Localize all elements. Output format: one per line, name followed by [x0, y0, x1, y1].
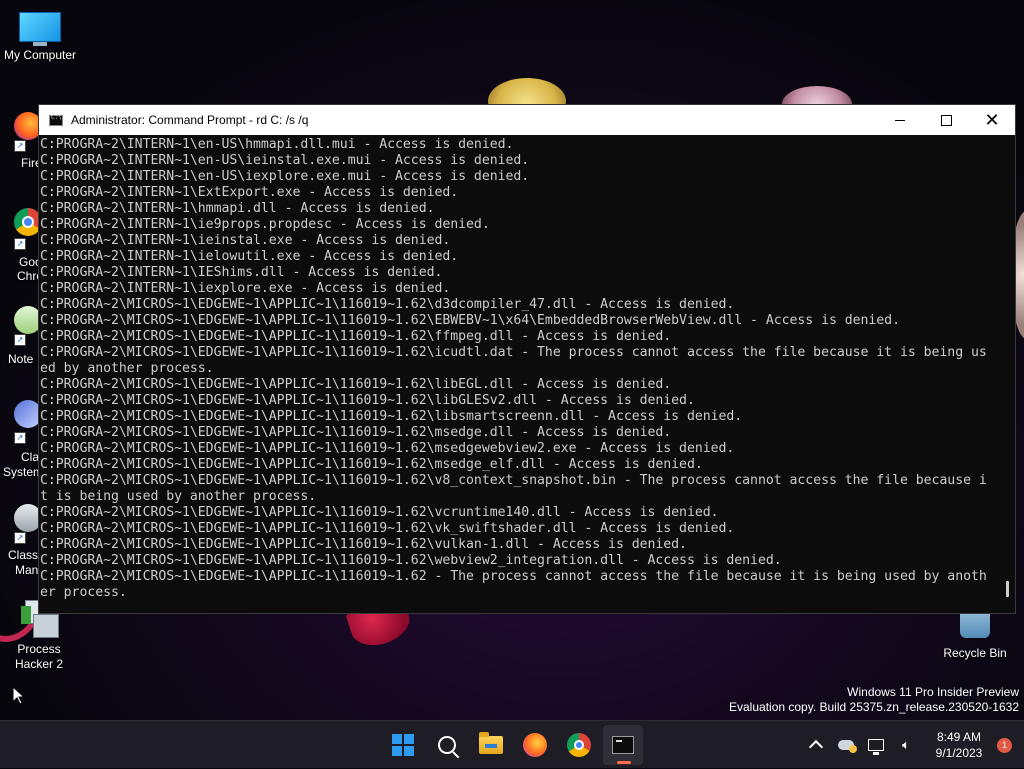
console-line: C:PROGRA~2\INTERN~1\en-US\ieinstal.exe.m…: [40, 153, 530, 168]
file-explorer-icon: [479, 732, 503, 754]
file-explorer-button[interactable]: [471, 725, 511, 765]
chrome-icon: [567, 733, 591, 757]
firefox-icon: [523, 733, 547, 757]
console-scrollbar[interactable]: [999, 135, 1015, 613]
command-prompt-icon: [49, 114, 63, 126]
maximize-icon: [940, 114, 952, 126]
start-button[interactable]: [383, 725, 423, 765]
desktop-icon-recycle-bin[interactable]: Recycle Bin: [940, 608, 1010, 661]
console-line: C:PROGRA~2\INTERN~1\iexplore.exe - Acces…: [40, 281, 451, 296]
desktop-icon-label[interactable]: System: [3, 465, 43, 479]
console-line: er process.: [40, 585, 127, 600]
console-line: C:PROGRA~2\MICROS~1\EDGEWE~1\APPLIC~1\11…: [40, 393, 695, 408]
close-button[interactable]: ✕: [969, 105, 1015, 135]
desktop-icon-label: Recycle Bin: [943, 646, 1007, 660]
computer-icon: [19, 12, 61, 46]
window-titlebar[interactable]: Administrator: Command Prompt - rd C: /s…: [39, 105, 1015, 135]
console-line: C:PROGRA~2\MICROS~1\EDGEWE~1\APPLIC~1\11…: [40, 425, 672, 440]
network-button[interactable]: [861, 730, 891, 760]
console-line: C:PROGRA~2\INTERN~1\ielowutil.exe - Acce…: [40, 249, 459, 264]
maximize-button[interactable]: [923, 105, 969, 135]
console-line: C:PROGRA~2\MICROS~1\EDGEWE~1\APPLIC~1\11…: [40, 409, 743, 424]
taskbar-clock[interactable]: 8:49 AM 9/1/2023: [923, 729, 995, 761]
shortcut-arrow-icon: ↗: [14, 432, 26, 444]
console-line: C:PROGRA~2\MICROS~1\EDGEWE~1\APPLIC~1\11…: [40, 329, 672, 344]
console-line: C:PROGRA~2\INTERN~1\hmmapi.dll - Access …: [40, 201, 435, 216]
watermark-line: Evaluation copy. Build 25375.zn_release.…: [729, 700, 1019, 714]
shortcut-arrow-icon: ↗: [14, 140, 26, 152]
shortcut-arrow-icon: ↗: [14, 532, 26, 544]
desktop-icon-label: Process Hacker 2: [14, 642, 64, 671]
desktop-icon-label[interactable]: Note: [8, 352, 33, 366]
console-line: ed by another process.: [40, 361, 214, 376]
console-line: C:PROGRA~2\MICROS~1\EDGEWE~1\APPLIC~1\11…: [40, 521, 735, 536]
console-line: C:PROGRA~2\INTERN~1\IEShims.dll - Access…: [40, 265, 443, 280]
onedrive-status-button[interactable]: [831, 730, 861, 760]
console-line: C:PROGRA~2\MICROS~1\EDGEWE~1\APPLIC~1\11…: [40, 345, 987, 360]
minimize-button[interactable]: [877, 105, 923, 135]
console-line: C:PROGRA~2\MICROS~1\EDGEWE~1\APPLIC~1\11…: [40, 441, 735, 456]
console-line: C:PROGRA~2\INTERN~1\ExtExport.exe - Acce…: [40, 185, 459, 200]
scrollbar-thumb[interactable]: [1006, 581, 1009, 597]
console-line: C:PROGRA~2\MICROS~1\EDGEWE~1\APPLIC~1\11…: [40, 473, 987, 488]
minimize-icon: [895, 119, 905, 121]
console-line: C:PROGRA~2\INTERN~1\en-US\iexplore.exe.m…: [40, 169, 530, 184]
console-line: C:PROGRA~2\MICROS~1\EDGEWE~1\APPLIC~1\11…: [40, 377, 672, 392]
shortcut-arrow-icon: ↗: [14, 238, 26, 250]
windows-watermark: Windows 11 Pro Insider Preview Evaluatio…: [729, 685, 1019, 715]
console-line: C:PROGRA~2\INTERN~1\ie9props.propdesc - …: [40, 217, 490, 232]
notification-badge[interactable]: 1: [997, 737, 1012, 753]
desktop-icon-label[interactable]: Man: [15, 563, 38, 577]
firefox-button[interactable]: [515, 725, 555, 765]
console-line: C:PROGRA~2\MICROS~1\EDGEWE~1\APPLIC~1\11…: [40, 505, 719, 520]
cloud-warning-icon: [838, 740, 857, 753]
console-line: C:PROGRA~2\INTERN~1\en-US\hmmapi.dll.mui…: [40, 137, 514, 152]
desktop-icon-label[interactable]: Classi: [8, 548, 41, 562]
console-line: t is being used by another process.: [40, 489, 317, 504]
system-tray: 🔈︎ 8:49 AM 9/1/2023 1: [801, 721, 1024, 769]
command-prompt-window[interactable]: Administrator: Command Prompt - rd C: /s…: [38, 104, 1016, 614]
chrome-button[interactable]: [559, 725, 599, 765]
desktop-icon-label[interactable]: Cla: [21, 450, 39, 464]
taskbar-apps: [381, 721, 645, 769]
close-icon: ✕: [984, 109, 1000, 130]
console-output[interactable]: C:PROGRA~2\INTERN~1\en-US\hmmapi.dll.mui…: [39, 135, 999, 613]
terminal-button[interactable]: [603, 725, 643, 765]
desktop-icon-label: My Computer: [3, 48, 77, 62]
chevron-up-icon: [808, 739, 824, 755]
shortcut-arrow-icon: ↗: [14, 334, 26, 346]
desktop-icon-my-computer[interactable]: My Computer: [0, 8, 80, 63]
windows-start-icon: [392, 734, 414, 756]
console-line: C:PROGRA~2\INTERN~1\ieinstal.exe - Acces…: [40, 233, 451, 248]
clock-date: 9/1/2023: [935, 746, 983, 760]
clock-time: 8:49 AM: [936, 730, 982, 744]
volume-button[interactable]: 🔈︎: [891, 730, 921, 760]
console-line: C:PROGRA~2\MICROS~1\EDGEWE~1\APPLIC~1\11…: [40, 569, 987, 584]
console-line: C:PROGRA~2\MICROS~1\EDGEWE~1\APPLIC~1\11…: [40, 457, 703, 472]
search-icon: [438, 736, 456, 754]
network-icon: [868, 739, 884, 755]
search-button[interactable]: [427, 725, 467, 765]
watermark-line: Windows 11 Pro Insider Preview: [847, 685, 1019, 699]
taskbar: 🔈︎ 8:49 AM 9/1/2023 1: [0, 720, 1024, 768]
console-line: C:PROGRA~2\MICROS~1\EDGEWE~1\APPLIC~1\11…: [40, 313, 900, 328]
console-line: C:PROGRA~2\MICROS~1\EDGEWE~1\APPLIC~1\11…: [40, 297, 735, 312]
window-title: Administrator: Command Prompt - rd C: /s…: [71, 113, 309, 127]
console-line: C:PROGRA~2\MICROS~1\EDGEWE~1\APPLIC~1\11…: [40, 553, 782, 568]
volume-icon: 🔈︎: [902, 737, 910, 752]
console-line: C:PROGRA~2\MICROS~1\EDGEWE~1\APPLIC~1\11…: [40, 537, 687, 552]
terminal-icon: [612, 736, 634, 754]
show-hidden-icons-button[interactable]: [801, 730, 831, 760]
